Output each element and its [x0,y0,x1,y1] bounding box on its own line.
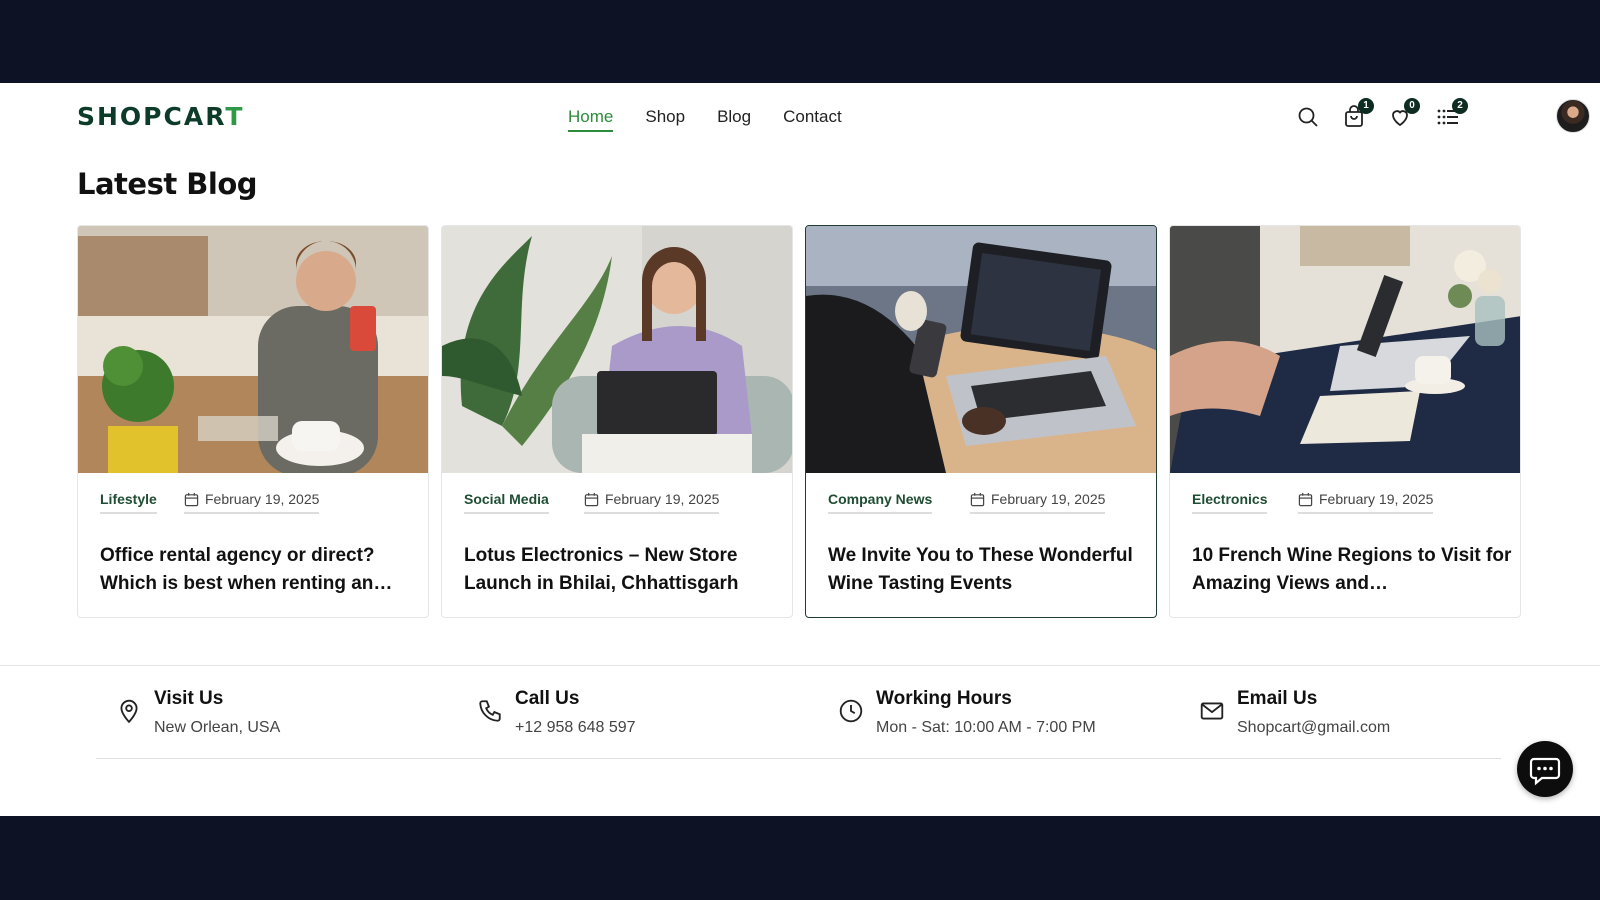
blog-image [78,226,428,473]
wishlist-button[interactable]: 0 [1388,98,1420,131]
compare-badge: 2 [1452,98,1468,114]
search-icon[interactable] [1296,105,1322,131]
calendar-icon [184,492,199,506]
calendar-icon [584,492,599,506]
blog-category[interactable]: Electronics [1192,491,1268,514]
blog-category[interactable]: Lifestyle [100,491,157,514]
header-actions: 1 0 2 [1270,98,1600,139]
blog-date-text: February 19, 2025 [991,491,1106,507]
logo[interactable]: SHOPCART [77,102,244,131]
nav-blog[interactable]: Blog [717,107,751,132]
blog-title[interactable]: Lotus Electronics – New Store Launch in … [464,542,784,598]
main-nav: Home Shop Blog Contact [568,107,842,132]
contact-label: Call Us [515,688,580,709]
blog-date: February 19, 2025 [184,491,320,514]
blog-meta: Company News February 19, 2025 [828,491,1138,515]
blog-title[interactable]: We Invite You to These Wonderful Wine Ta… [828,542,1148,598]
chat-icon [1529,757,1561,786]
logo-text: SHOPCAR [77,102,226,131]
calendar-icon [970,492,985,506]
blog-image [442,226,792,473]
blog-image [1170,226,1520,473]
logo-accent: T [225,102,245,131]
clock-icon [839,699,863,723]
contact-value[interactable]: +12 958 648 597 [515,719,636,737]
blog-date-text: February 19, 2025 [605,491,720,507]
blog-category[interactable]: Social Media [464,491,549,514]
contact-label: Working Hours [876,688,1012,709]
blog-date-text: February 19, 2025 [205,491,320,507]
page-frame: SHOPCART Home Shop Blog Contact 1 0 2 La… [0,83,1600,816]
blog-title[interactable]: Office rental agency or direct? Which is… [100,542,420,598]
cart-button[interactable]: 1 [1342,98,1374,131]
blog-card[interactable]: Electronics February 19, 2025 10 French … [1169,225,1521,618]
contact-label: Email Us [1237,688,1318,709]
blog-date: February 19, 2025 [584,491,720,514]
blog-meta: Electronics February 19, 2025 [1192,491,1502,515]
divider [0,665,1600,666]
contact-value[interactable]: Shopcart@gmail.com [1237,719,1390,737]
blog-card-list: Lifestyle February 19, 2025 Office renta… [77,225,1521,618]
nav-contact[interactable]: Contact [783,107,842,132]
calendar-icon [1298,492,1313,506]
contact-label: Visit Us [154,688,224,709]
blog-card[interactable]: Company News February 19, 2025 We Invite… [805,225,1157,618]
site-header: SHOPCART Home Shop Blog Contact 1 0 2 [0,83,1600,153]
chat-button[interactable] [1517,741,1573,797]
cart-badge: 1 [1358,98,1374,114]
blog-image [806,226,1156,473]
nav-home[interactable]: Home [568,107,614,132]
mail-icon [1200,702,1224,720]
page-title: Latest Blog [77,167,258,201]
divider [96,758,1501,759]
nav-shop[interactable]: Shop [645,107,685,132]
blog-category[interactable]: Company News [828,491,933,514]
wishlist-badge: 0 [1404,98,1420,114]
blog-title[interactable]: 10 French Wine Regions to Visit for Amaz… [1192,542,1512,598]
compare-button[interactable]: 2 [1436,98,1468,131]
contact-value: New Orlean, USA [154,719,281,736]
avatar[interactable] [1556,99,1590,133]
blog-date: February 19, 2025 [970,491,1106,514]
blog-meta: Social Media February 19, 2025 [464,491,774,515]
blog-date: February 19, 2025 [1298,491,1434,514]
blog-card[interactable]: Lifestyle February 19, 2025 Office renta… [77,225,429,618]
location-pin-icon [120,699,138,724]
blog-meta: Lifestyle February 19, 2025 [100,491,410,515]
phone-icon [479,700,501,722]
contact-value: Mon - Sat: 10:00 AM - 7:00 PM [876,719,1096,736]
blog-card[interactable]: Social Media February 19, 2025 Lotus Ele… [441,225,793,618]
blog-date-text: February 19, 2025 [1319,491,1434,507]
